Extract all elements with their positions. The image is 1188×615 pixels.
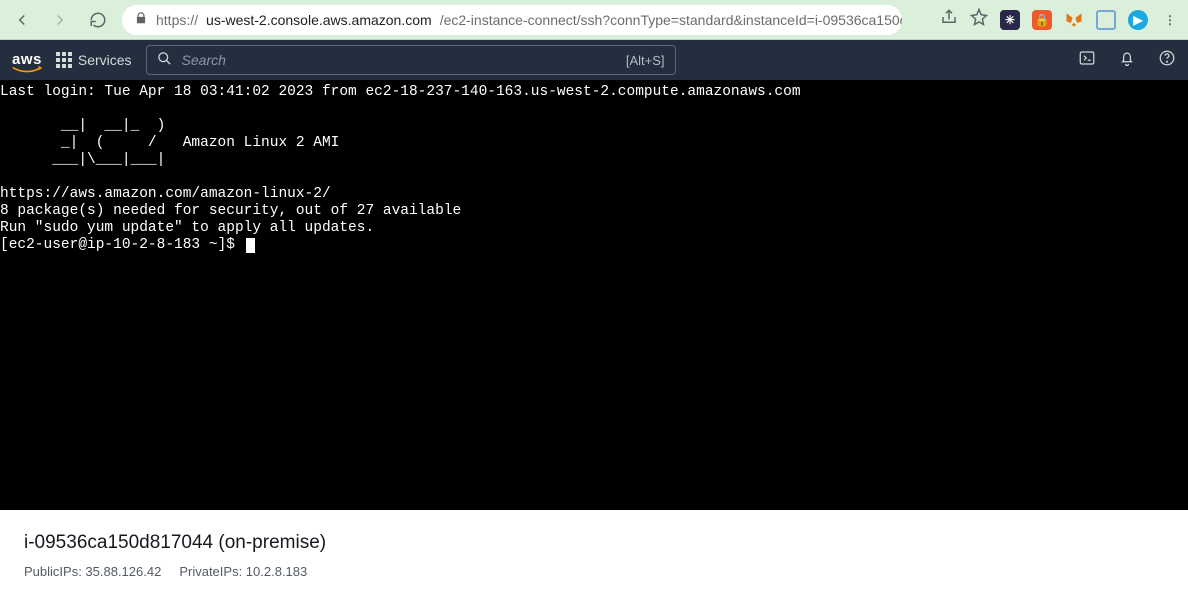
search-icon bbox=[157, 51, 172, 69]
notifications-icon[interactable] bbox=[1118, 49, 1136, 72]
reload-button[interactable] bbox=[84, 6, 112, 34]
services-menu[interactable]: Services bbox=[56, 52, 132, 68]
back-button[interactable] bbox=[8, 6, 36, 34]
terminal-ascii-line1: __| __|_ ) bbox=[0, 118, 165, 134]
forward-button[interactable] bbox=[46, 6, 74, 34]
instance-footer: i-09536ca150d817044 (on-premise) PublicI… bbox=[0, 510, 1188, 615]
overflow-menu-icon[interactable]: ⋮ bbox=[1160, 10, 1180, 30]
aws-top-nav: aws Services Search [Alt+S] bbox=[0, 40, 1188, 80]
terminal-ascii-line2: _| ( / Amazon Linux 2 AMI bbox=[0, 135, 339, 151]
ssh-terminal[interactable]: Last login: Tue Apr 18 03:41:02 2023 fro… bbox=[0, 80, 1188, 510]
terminal-last-login: Last login: Tue Apr 18 03:41:02 2023 fro… bbox=[0, 84, 801, 100]
aws-swoosh-icon bbox=[10, 66, 44, 74]
search-shortcut: [Alt+S] bbox=[626, 53, 665, 68]
help-icon[interactable] bbox=[1158, 49, 1176, 72]
url-path: /ec2-instance-connect/ssh?connType=stand… bbox=[440, 12, 902, 28]
private-ips: PrivateIPs: 10.2.8.183 bbox=[179, 564, 307, 579]
grid-icon bbox=[56, 52, 72, 68]
address-bar[interactable]: https:// us-west-2.console.aws.amazon.com… bbox=[122, 5, 902, 35]
instance-label: i-09536ca150d817044 (on-premise) bbox=[24, 532, 1164, 554]
terminal-prompt: [ec2-user@ip-10-2-8-183 ~]$ bbox=[0, 237, 244, 253]
terminal-update-hint: Run "sudo yum update" to apply all updat… bbox=[0, 220, 374, 236]
browser-chrome: https:// us-west-2.console.aws.amazon.com… bbox=[0, 0, 1188, 40]
terminal-security: 8 package(s) needed for security, out of… bbox=[0, 203, 461, 219]
share-icon[interactable] bbox=[940, 8, 958, 31]
search-placeholder: Search bbox=[182, 52, 616, 68]
aws-logo[interactable]: aws bbox=[12, 51, 42, 70]
bookmark-icon[interactable] bbox=[970, 8, 988, 31]
url-host: us-west-2.console.aws.amazon.com bbox=[206, 12, 432, 28]
extension-icon-2[interactable]: 🔒 bbox=[1032, 10, 1052, 30]
extension-icon-3[interactable] bbox=[1064, 10, 1084, 30]
extension-icon-4[interactable] bbox=[1096, 10, 1116, 30]
extension-icon-5[interactable]: ▶ bbox=[1128, 10, 1148, 30]
extension-icon-1[interactable]: ✳ bbox=[1000, 10, 1020, 30]
terminal-ascii-line3: ___|\___|___| bbox=[0, 152, 165, 168]
public-ips: PublicIPs: 35.88.126.42 bbox=[24, 564, 161, 579]
lock-icon bbox=[134, 11, 148, 28]
aws-search[interactable]: Search [Alt+S] bbox=[146, 45, 676, 75]
cloudshell-icon[interactable] bbox=[1078, 49, 1096, 72]
terminal-link: https://aws.amazon.com/amazon-linux-2/ bbox=[0, 186, 331, 202]
terminal-cursor bbox=[246, 238, 255, 253]
url-prefix: https:// bbox=[156, 12, 198, 28]
services-label: Services bbox=[78, 52, 132, 68]
